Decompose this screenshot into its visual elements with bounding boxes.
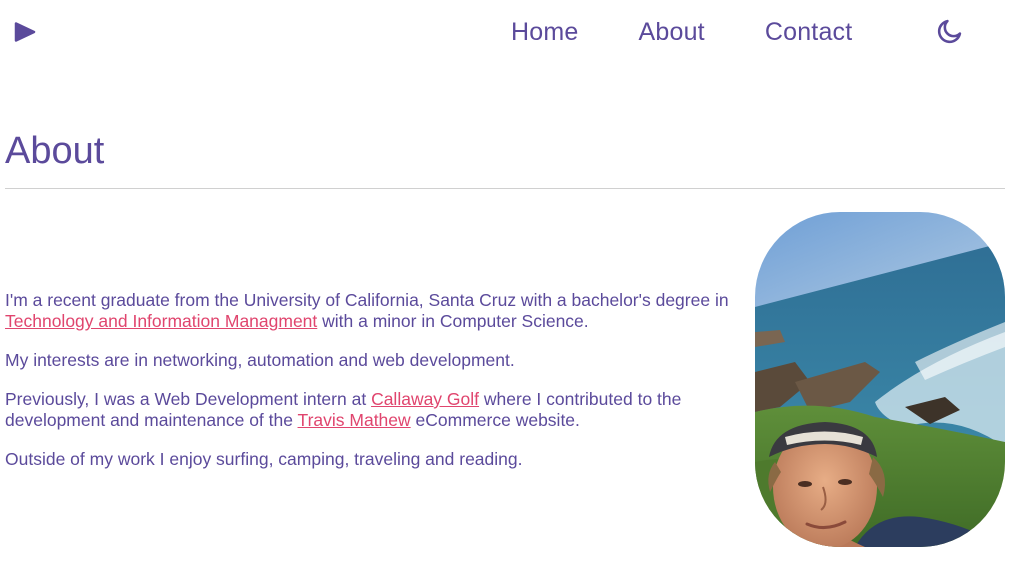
bio-paragraph-education: I'm a recent graduate from the Universit…: [5, 290, 745, 332]
link-travis-mathew[interactable]: Travis Mathew: [298, 410, 411, 430]
link-callaway-golf[interactable]: Callaway Golf: [371, 389, 479, 409]
nav-link-contact[interactable]: Contact: [765, 17, 853, 47]
profile-photo-illustration: [755, 212, 1005, 547]
bio-paragraph-experience: Previously, I was a Web Development inte…: [5, 389, 745, 431]
bio-paragraph-interests: My interests are in networking, automati…: [5, 350, 515, 370]
play-triangle-icon[interactable]: [13, 21, 37, 43]
bio-text: I'm a recent graduate from the Universit…: [5, 290, 729, 310]
page-title: About: [5, 130, 105, 172]
site-header: Home About Contact: [0, 0, 1014, 64]
nav-link-home[interactable]: Home: [511, 17, 579, 47]
bio-paragraph-hobbies: Outside of my work I enjoy surfing, camp…: [5, 449, 523, 469]
bio-text: Previously, I was a Web Development inte…: [5, 389, 372, 409]
main-nav: Home About Contact: [511, 17, 852, 47]
bio-text: with a minor in Computer Science.: [317, 311, 589, 331]
moon-icon[interactable]: [936, 17, 964, 45]
bio-section: I'm a recent graduate from the Universit…: [5, 290, 745, 488]
title-divider: [5, 188, 1005, 189]
profile-photo: [755, 212, 1005, 547]
link-technology-information-management[interactable]: Technology and Information Managment: [5, 311, 317, 331]
bio-text: eCommerce website.: [410, 410, 580, 430]
nav-link-about[interactable]: About: [639, 17, 705, 47]
